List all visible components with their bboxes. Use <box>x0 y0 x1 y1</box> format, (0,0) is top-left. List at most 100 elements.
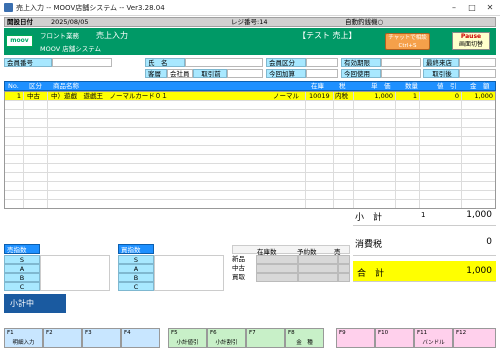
f8-button[interactable]: F8 金 種 <box>285 328 324 348</box>
system-name: MOOV 店舗システム <box>40 45 102 53</box>
subtotal-status: 小計中 <box>4 294 66 313</box>
after-trade-label: 取引後 <box>423 69 459 78</box>
f11-button[interactable]: F11 バンドル <box>414 328 453 348</box>
f1-key: F1 <box>7 330 14 336</box>
stock-header: 在庫数 予約数 売(販 <box>232 245 350 266</box>
table-row[interactable] <box>5 128 495 137</box>
f6-key: F6 <box>210 330 217 336</box>
customer-type-field[interactable]: 会社員（男 <box>167 69 193 78</box>
chat-button[interactable]: チャットで相談 Ctrl+S <box>385 33 430 50</box>
f6-label: 小計割引 <box>215 340 238 346</box>
f12-button[interactable]: F12 <box>453 328 496 348</box>
expiry-label: 有効期限 <box>341 58 381 67</box>
stock-cell <box>338 255 350 264</box>
table-row[interactable] <box>5 155 495 164</box>
buy-rank-c: C <box>118 282 154 291</box>
sales-index-header: 売指数 <box>4 244 40 254</box>
f10-button[interactable]: F10 <box>375 328 414 348</box>
f5-key: F5 <box>171 330 178 336</box>
col-price: 単 価 <box>371 82 391 90</box>
stock-cell <box>256 273 298 282</box>
grid-header: No. 区分 商品名称 在庫 税 単 価 数量 値 引 金 額 <box>4 81 496 91</box>
col-kind: 区分 <box>29 82 42 90</box>
grid-divider <box>47 92 48 208</box>
close-icon[interactable]: ✕ <box>484 2 496 13</box>
minimize-icon[interactable]: – <box>448 2 460 13</box>
table-row[interactable] <box>5 146 495 155</box>
f2-key: F2 <box>46 330 53 336</box>
f9-key: F9 <box>339 330 346 336</box>
app-icon <box>4 3 13 12</box>
table-row[interactable] <box>5 137 495 146</box>
mode-label: 【テスト 売上】 <box>298 31 357 40</box>
f1-button[interactable]: F1 明細入力 <box>4 328 43 348</box>
tax-row: 消費税 0 <box>353 228 496 256</box>
table-row[interactable] <box>5 173 495 182</box>
f8-label: 金 種 <box>296 340 313 346</box>
points-use-label: 今回使用 <box>341 69 381 78</box>
table-row[interactable]: 1 中古 中）遊戯 遊戯王 ノーマルカード０１ ノーマル 10019 内税 1,… <box>5 92 495 101</box>
f3-key: F3 <box>85 330 92 336</box>
pause-label: Pause <box>460 33 482 40</box>
points-add-label: 今回加算 <box>266 69 306 78</box>
col-name: 商品名称 <box>53 82 79 90</box>
last-visit-field <box>459 58 496 67</box>
buy-index-header: 買指数 <box>118 244 154 254</box>
table-row[interactable] <box>5 164 495 173</box>
f9-button[interactable]: F9 <box>336 328 375 348</box>
col-no: No. <box>8 82 19 90</box>
buy-rank-a: A <box>118 264 154 273</box>
member-class-field[interactable] <box>306 58 338 67</box>
buy-index-values <box>154 255 224 291</box>
member-no-field[interactable] <box>52 58 112 67</box>
table-row[interactable] <box>5 182 495 191</box>
row-stock: 10019 <box>309 92 330 100</box>
screen-switch-label: 画面切替 <box>458 41 483 48</box>
table-row[interactable] <box>5 191 495 200</box>
row-kind: 中古 <box>27 92 40 100</box>
expiry-field <box>381 58 421 67</box>
f5-button[interactable]: F5 小計値引 <box>168 328 207 348</box>
before-trade-button[interactable]: 取引前 <box>193 69 227 78</box>
f12-key: F12 <box>456 330 467 336</box>
f4-button[interactable]: F4 <box>121 328 160 348</box>
f6-button[interactable]: F6 小計割引 <box>207 328 246 348</box>
window-title: 売上入力 -- MOOV店舗システム -- Ver3.28.04 <box>16 4 165 12</box>
open-date-label: 開設日付 <box>7 18 33 26</box>
item-grid[interactable]: 1 中古 中）遊戯 遊戯王 ノーマルカード０１ ノーマル 10019 内税 1,… <box>4 91 496 209</box>
title-bar: 売上入力 -- MOOV店舗システム -- Ver3.28.04 – □ ✕ <box>0 0 500 16</box>
f5-label: 小計値引 <box>176 340 199 346</box>
stock-row-used: 中古 <box>232 264 254 273</box>
stock-cell <box>298 255 338 264</box>
name-field[interactable] <box>185 58 263 67</box>
f1-label: 明細入力 <box>12 340 35 346</box>
stock-cell <box>298 273 338 282</box>
buy-rank-b: B <box>118 273 154 282</box>
chat-button-label: チャットで相談 <box>388 35 427 41</box>
table-row[interactable] <box>5 110 495 119</box>
table-row[interactable] <box>5 101 495 110</box>
row-price: 1,000 <box>374 92 393 100</box>
table-row[interactable] <box>5 119 495 128</box>
stock-cell <box>256 264 298 273</box>
f2-button[interactable]: F2 <box>43 328 82 348</box>
grid-divider <box>23 92 24 208</box>
pause-button[interactable]: Pause 画面切替 <box>452 32 490 50</box>
tax-value: 0 <box>486 237 492 247</box>
sales-rank-s: S <box>4 255 40 264</box>
points-use-field[interactable] <box>381 69 421 78</box>
row-tax: 内税 <box>335 92 348 100</box>
maximize-icon[interactable]: □ <box>466 2 478 13</box>
grid-divider <box>353 92 354 208</box>
f11-key: F11 <box>417 330 428 336</box>
col-amount: 金 額 <box>470 82 490 90</box>
open-date: 2025/08/05 <box>51 18 89 26</box>
grid-divider <box>333 92 334 208</box>
row-discount: 0 <box>454 92 459 100</box>
f3-button[interactable]: F3 <box>82 328 121 348</box>
subtotal-row: 小 計 1 1,000 <box>353 204 496 226</box>
auto-receipt-status: 自動釣銭機○ <box>345 18 384 26</box>
f7-key: F7 <box>249 330 256 336</box>
f7-button[interactable]: F7 <box>246 328 285 348</box>
sales-rank-a: A <box>4 264 40 273</box>
